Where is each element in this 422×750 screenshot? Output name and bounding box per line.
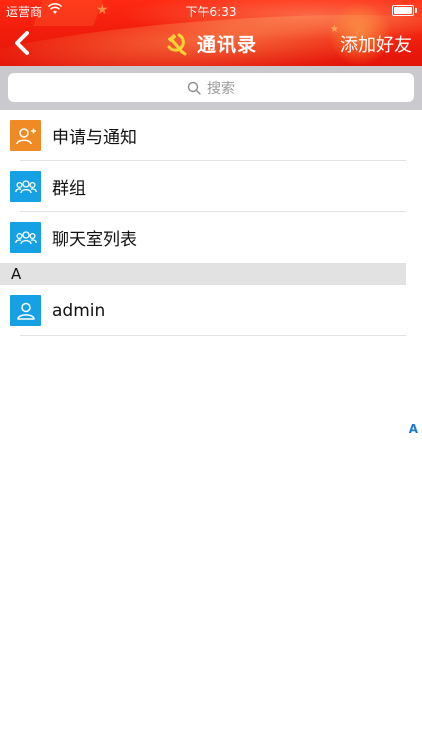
add-user-icon (15, 127, 36, 144)
row-divider (20, 335, 406, 336)
contact-row[interactable]: admin (0, 285, 422, 336)
contacts-list: 申请与通知 群组 聊天室列表 A admin (0, 110, 422, 336)
list-item-chatrooms[interactable]: 聊天室列表 (0, 212, 422, 263)
section-letter: A (11, 265, 22, 283)
user-icon (16, 302, 35, 320)
page-title: 通讯录 (196, 34, 257, 56)
chevron-left-icon (15, 31, 29, 55)
index-bar-letter[interactable]: A (409, 422, 418, 436)
icon-tile (10, 171, 41, 202)
list-item-label: 申请与通知 (52, 128, 137, 148)
avatar (10, 295, 41, 326)
list-item-groups[interactable]: 群组 (0, 161, 422, 212)
back-button[interactable] (8, 26, 38, 60)
hammer-sickle-icon (167, 33, 187, 55)
section-header: A (0, 263, 406, 285)
battery-icon (392, 5, 417, 16)
group-icon (14, 179, 37, 193)
icon-tile (10, 222, 41, 253)
status-time: 下午6:33 (185, 5, 237, 19)
navigation-bar: 通讯录 添加好友 (0, 20, 422, 66)
search-placeholder: 搜索 (207, 80, 235, 97)
search-input[interactable]: 搜索 (8, 73, 414, 102)
icon-tile (10, 120, 41, 151)
add-friend-button[interactable]: 添加好友 (340, 31, 412, 57)
group-icon (14, 230, 37, 244)
status-bar: 运营商 下午6:33 (0, 0, 422, 20)
header-bar: ★ ★ 运营商 下午6:33 通讯录 添加好友 (0, 0, 422, 66)
contact-name: admin (52, 300, 106, 321)
search-icon (187, 81, 201, 95)
list-item-label: 群组 (52, 179, 86, 199)
list-item-apply-notify[interactable]: 申请与通知 (0, 110, 422, 161)
search-area: 搜索 (0, 66, 422, 110)
list-item-label: 聊天室列表 (52, 230, 137, 250)
